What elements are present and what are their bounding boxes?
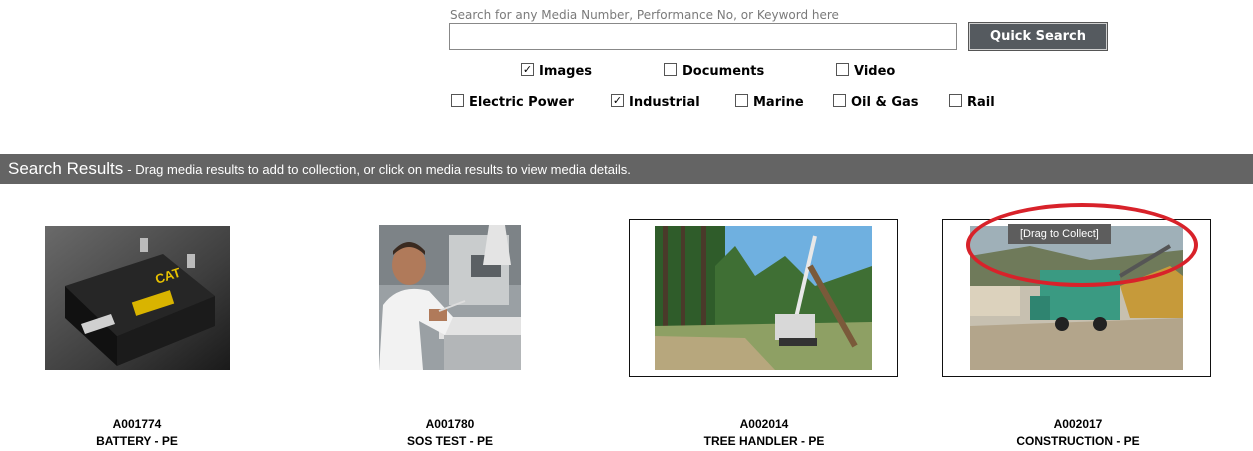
results-header: Search Results - Drag media results to a… [0,154,1253,184]
results-title: Search Results [8,159,124,178]
lab-test-image[interactable] [379,225,521,370]
media-number[interactable]: A001780 [340,416,560,433]
result-caption[interactable]: A001780 SOS TEST - PE [340,416,560,450]
media-title[interactable]: SOS TEST - PE [340,433,560,450]
checkbox-box[interactable] [664,63,677,76]
checkbox-label: Industrial [629,95,700,110]
checkbox-label: Marine [753,95,804,110]
industry-marine-checkbox[interactable]: Marine [735,94,804,110]
results-instructions: - Drag media results to add to collectio… [127,161,631,177]
checkbox-box[interactable]: ✓ [611,94,624,107]
checkbox-label: Electric Power [469,95,574,110]
search-row: Quick Search [449,22,1108,51]
media-type-documents-checkbox[interactable]: Documents [664,63,765,79]
checkbox-box[interactable]: ✓ [521,63,534,76]
media-number[interactable]: A002017 [968,416,1188,433]
highlight-ellipse [966,203,1198,287]
industry-rail-checkbox[interactable]: Rail [949,94,995,110]
result-caption[interactable]: A001774 BATTERY - PE [27,416,247,450]
result-caption[interactable]: A002014 TREE HANDLER - PE [654,416,874,450]
industry-electric-power-checkbox[interactable]: Electric Power [451,94,574,110]
checkbox-box[interactable] [949,94,962,107]
checkbox-label: Video [854,64,896,79]
checkbox-box[interactable] [451,94,464,107]
checkbox-label: Oil & Gas [851,95,919,110]
checkbox-box[interactable] [735,94,748,107]
media-number[interactable]: A002014 [654,416,874,433]
search-hint: Search for any Media Number, Performance… [450,8,839,22]
quick-search-button[interactable]: Quick Search [968,22,1108,51]
industry-industrial-checkbox[interactable]: ✓ Industrial [611,94,700,110]
checkbox-label: Rail [967,95,995,110]
media-title[interactable]: BATTERY - PE [27,433,247,450]
search-area: Search for any Media Number, Performance… [449,8,1108,51]
checkbox-box[interactable] [833,94,846,107]
media-type-images-checkbox[interactable]: ✓ Images [521,63,593,79]
media-title[interactable]: CONSTRUCTION - PE [968,433,1188,450]
checkbox-label: Documents [682,64,765,79]
search-input[interactable] [449,23,957,50]
checkbox-box[interactable] [836,63,849,76]
result-caption[interactable]: A002017 CONSTRUCTION - PE [968,416,1188,450]
media-title[interactable]: TREE HANDLER - PE [654,433,874,450]
battery-image[interactable]: CAT [45,226,230,370]
checkbox-label: Images [539,64,593,79]
industry-oil-gas-checkbox[interactable]: Oil & Gas [833,94,919,110]
media-type-video-checkbox[interactable]: Video [836,63,896,79]
tree-handler-image[interactable] [655,226,872,370]
media-number[interactable]: A001774 [27,416,247,433]
